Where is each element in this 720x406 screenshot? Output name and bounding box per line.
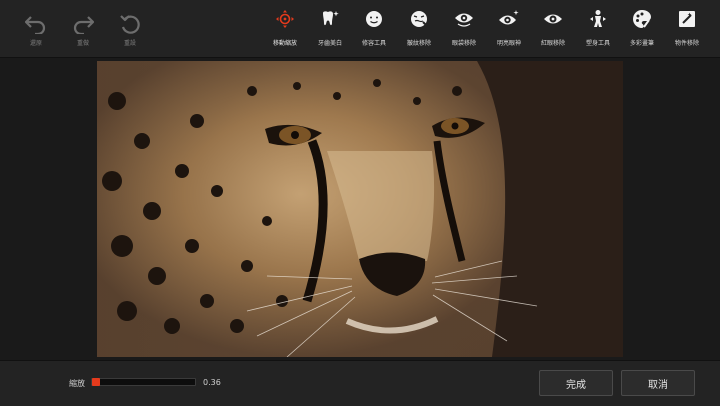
redo-button[interactable]: 重做 [65, 14, 101, 54]
reset-button[interactable]: 重設 [112, 14, 148, 54]
move-zoom-icon [276, 10, 294, 28]
tool-red-eye-removal[interactable]: 紅眼移除 [531, 9, 575, 51]
tool-label: 修容工具 [361, 40, 386, 47]
tool-label: 明亮眼神 [496, 40, 521, 47]
done-button[interactable]: 完成 [539, 370, 613, 396]
tool-label: 移動縮放 [272, 40, 297, 47]
wrinkle-removal-icon [411, 11, 428, 27]
reset-icon [120, 15, 140, 34]
undo-label: 還原 [29, 40, 42, 47]
tool-label: 紅眼移除 [540, 40, 565, 47]
tool-label: 多彩畫筆 [629, 40, 654, 47]
cheetah-photo[interactable] [97, 61, 623, 357]
tooth-whitening-icon [323, 11, 339, 26]
tool-color-brush[interactable]: 多彩畫筆 [620, 9, 664, 51]
top-toolbar: 還原 重做 重設 移動縮放 牙齒美白 修容工具 皺紋移除 眼袋移除 明亮眼神 紅… [0, 0, 720, 58]
tool-body-slimming[interactable]: 塑身工具 [576, 9, 620, 51]
undo-icon [25, 16, 46, 34]
tool-label: 塑身工具 [585, 40, 610, 47]
tool-tooth-whitening[interactable]: 牙齒美白 [308, 9, 352, 51]
tool-move-zoom[interactable]: 移動縮放 [263, 9, 307, 51]
tool-label: 皺紋移除 [406, 40, 431, 47]
body-slimming-icon [590, 10, 606, 27]
undo-button[interactable]: 還原 [18, 14, 54, 54]
eye-bag-removal-icon [455, 13, 473, 27]
tool-wrinkle-removal[interactable]: 皺紋移除 [397, 9, 441, 51]
bottom-bar: 縮放 0.36 完成 取消 [0, 360, 720, 406]
cancel-button[interactable]: 取消 [621, 370, 695, 396]
face-contour-icon [366, 11, 382, 27]
reset-label: 重設 [123, 40, 136, 47]
tool-object-removal[interactable]: 物件移除 [665, 9, 709, 51]
tool-label: 物件移除 [674, 40, 699, 47]
zoom-value: 0.36 [203, 378, 221, 387]
bright-eyes-icon [499, 10, 519, 25]
tool-eye-bag-removal[interactable]: 眼袋移除 [442, 9, 486, 51]
color-brush-icon [633, 10, 651, 28]
object-removal-icon [679, 11, 695, 27]
tool-face-contour[interactable]: 修容工具 [352, 9, 396, 51]
red-eye-removal-icon [544, 14, 562, 24]
image-canvas[interactable] [0, 58, 720, 360]
photo-illustration [97, 61, 623, 357]
redo-label: 重做 [76, 40, 89, 47]
zoom-label: 縮放 [69, 379, 85, 388]
redo-icon [73, 16, 94, 34]
tool-label: 眼袋移除 [451, 40, 476, 47]
zoom-slider[interactable] [91, 378, 196, 386]
zoom-slider-handle[interactable] [92, 378, 100, 386]
tool-label: 牙齒美白 [317, 40, 342, 47]
tool-bright-eyes[interactable]: 明亮眼神 [487, 9, 531, 51]
